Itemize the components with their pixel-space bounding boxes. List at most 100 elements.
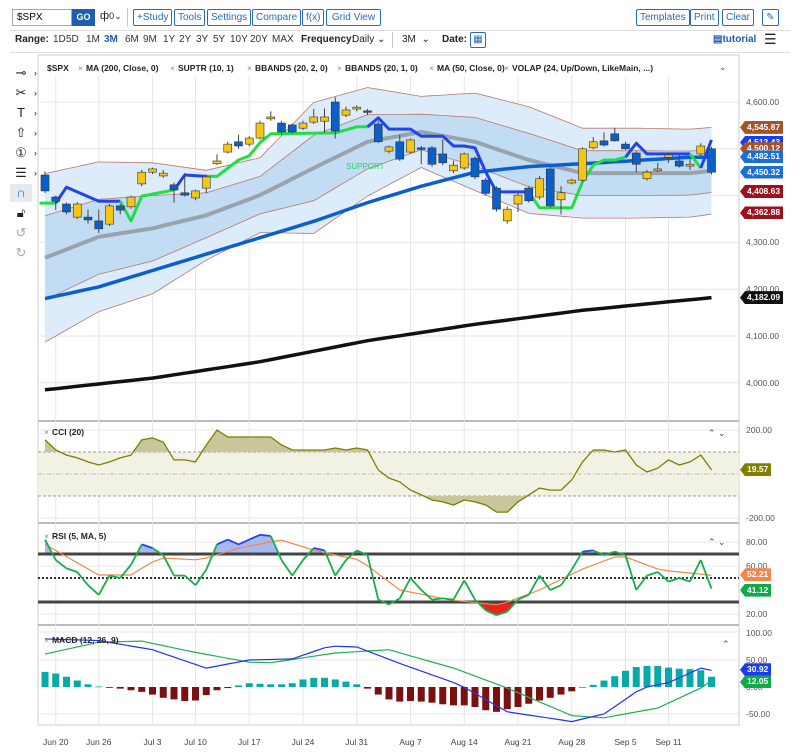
macd-histogram-bar (514, 687, 522, 707)
close-icon[interactable]: × (78, 63, 83, 73)
close-icon[interactable]: × (337, 63, 342, 73)
date-axis-label: Jul 3 (143, 737, 162, 747)
candle-body (416, 147, 426, 150)
macd-histogram-bar (546, 687, 554, 698)
candle (427, 145, 437, 167)
candle-body (341, 109, 351, 116)
panel-up-control[interactable]: ⌃ (722, 639, 730, 650)
legend-study-bbands-2[interactable]: × BBANDS (20, 2, 0) (247, 63, 328, 73)
price-axis-label: 4,300.00 (746, 237, 780, 248)
legend-study-bbands-1[interactable]: × BBANDS (20, 1, 0) (337, 63, 418, 73)
price-axis-label: 4,600.00 (746, 97, 780, 107)
close-icon[interactable]: × (44, 531, 49, 541)
close-icon[interactable]: × (44, 427, 49, 437)
macd-histogram-bar (632, 667, 640, 687)
macd-histogram-bar (278, 684, 285, 687)
chart-canvas[interactable] (0, 0, 812, 756)
candle-body (137, 171, 147, 185)
candle (212, 154, 222, 166)
legend-study-suptr[interactable]: × SUPTR (10, 1) (170, 63, 234, 73)
close-icon[interactable]: × (170, 63, 175, 73)
candle-body (642, 171, 652, 180)
candle-body (588, 141, 598, 149)
macd-histogram-bar (385, 687, 393, 700)
candle-body (524, 187, 534, 202)
candle (492, 186, 501, 212)
rsi-axis-label: 80.00 (746, 537, 768, 547)
panel-up-down-controls[interactable]: ⌃ ⌄ (708, 537, 726, 548)
macd-histogram-bar (353, 684, 361, 687)
close-icon[interactable]: × (44, 635, 49, 645)
macd-histogram-bar (503, 687, 511, 710)
candle (223, 141, 233, 154)
macd-panel-title: × MACD (12, 26, 9) (44, 635, 119, 645)
macd-histogram-bar (138, 687, 146, 692)
candle (105, 204, 114, 227)
candle-body (83, 216, 93, 221)
legend-study-ma50[interactable]: × MA (50, Close, 0) (429, 63, 505, 73)
legend-study-ma200[interactable]: × MA (200, Close, 0) (78, 63, 158, 73)
candle-body (266, 116, 276, 120)
rsi-title: RSI (5, MA, 5) (51, 531, 107, 541)
close-icon[interactable]: × (247, 63, 252, 73)
rsi-line-segment (87, 584, 100, 596)
candle-body (599, 140, 609, 146)
panel-up-down-controls[interactable]: ⌃ ⌄ (708, 428, 726, 439)
candle-body (40, 174, 50, 192)
macd-histogram-bar (95, 686, 103, 688)
macd-histogram-bar (450, 687, 457, 706)
rsi-line-segment (55, 559, 68, 570)
rsi-line-segment (442, 597, 454, 601)
candle (266, 111, 276, 121)
candle (126, 195, 136, 209)
candle (234, 134, 243, 149)
rsi-line-segment (66, 567, 78, 573)
candle-body (395, 141, 405, 160)
rsi-line-segment (259, 533, 271, 537)
macd-histogram-bar (579, 687, 586, 688)
candle-body (287, 124, 297, 133)
close-icon[interactable]: × (504, 63, 509, 73)
candle-body (556, 192, 566, 201)
rsi-line-segment (431, 597, 443, 601)
candle-body (696, 145, 706, 155)
rsi-value-tag: 41.12 (740, 583, 772, 597)
candle-body (212, 160, 222, 165)
candle (406, 138, 415, 154)
macd-histogram-bar (224, 687, 232, 689)
macd-histogram-bar (52, 673, 60, 687)
candle-body (320, 116, 329, 122)
macd-histogram-bar (493, 687, 500, 712)
candle-body (674, 160, 684, 167)
chevron-down-icon[interactable]: ⌄ (719, 62, 727, 73)
candle-body (244, 137, 254, 145)
rsi-line-segment (549, 584, 562, 591)
macd-histogram-bar (170, 687, 178, 700)
candle-body (631, 152, 641, 165)
candle-body (621, 143, 630, 150)
rsi-line-segment (97, 575, 111, 596)
macd-histogram-bar (149, 687, 156, 695)
rsi-axis-label: 20.00 (746, 609, 768, 619)
macd-histogram-bar (396, 687, 404, 702)
cci-title: CCI (20) (51, 427, 85, 437)
rsi-line-segment (635, 575, 648, 591)
macd-histogram-bar (374, 687, 382, 695)
candle (578, 147, 587, 182)
price-tag: 4,408.63 (740, 185, 784, 199)
close-icon[interactable]: × (429, 63, 434, 73)
macd-histogram-bar (697, 670, 705, 687)
candle-body (62, 203, 71, 213)
legend-study-volap[interactable]: × VOLAP (24, Up/Down, LikeMain, ...) (504, 63, 653, 73)
candle-body (330, 101, 340, 132)
macd-signal-value-tag: 12.05 (740, 675, 772, 689)
rsi-line-segment (119, 564, 132, 579)
candle (535, 175, 544, 200)
candle-body (438, 153, 448, 164)
macd-histogram-bar (41, 671, 49, 687)
ma200-line (44, 295, 712, 392)
candle (470, 156, 480, 180)
price-tag: 4,362.88 (740, 206, 784, 220)
date-axis-label: Jul 31 (345, 737, 369, 747)
candle-body (105, 205, 114, 225)
